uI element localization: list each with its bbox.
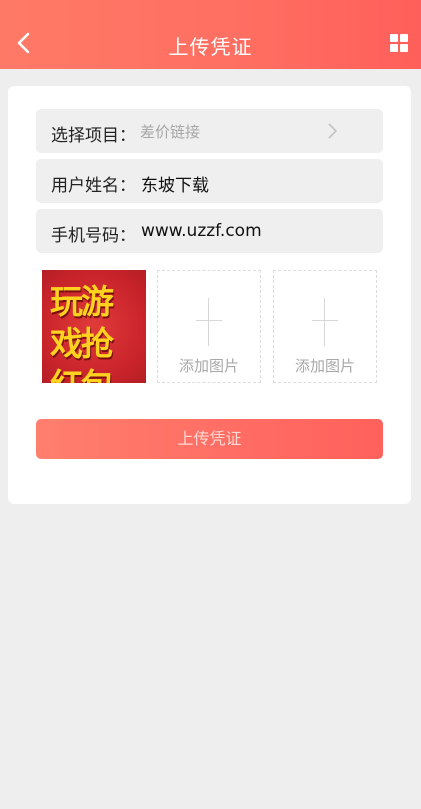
menu-button[interactable] — [390, 34, 410, 54]
username-value[interactable]: 东坡下载 — [141, 171, 209, 196]
uploaded-image[interactable]: 玩游戏抢红包 — [42, 270, 146, 383]
project-placeholder: 差价链接 — [140, 123, 201, 141]
phone-value[interactable]: www.uzzf.com — [141, 221, 262, 241]
phone-label: 手机号码： — [51, 226, 136, 246]
username-label: 用户姓名： — [51, 176, 136, 196]
plus-icon — [312, 298, 338, 346]
phone-field[interactable]: 手机号码： www.uzzf.com — [36, 209, 383, 253]
add-image-label: 添加图片 — [178, 357, 239, 375]
project-select[interactable]: 选择项目： 差价链接 — [36, 109, 383, 153]
chevron-right-icon — [328, 123, 338, 139]
project-label: 选择项目： — [51, 126, 136, 146]
page-title: 上传凭证 — [168, 35, 253, 59]
uploaded-image-text: 玩游戏抢红包 — [50, 282, 114, 383]
username-field[interactable]: 用户姓名： 东坡下载 — [36, 159, 383, 203]
upload-form-card: 选择项目： 差价链接 用户姓名： 东坡下载 手机号码： www.uzzf.com… — [8, 86, 411, 504]
add-image-label: 添加图片 — [294, 357, 355, 375]
add-image-button[interactable]: 添加图片 — [273, 270, 377, 383]
app-header: 上传凭证 — [0, 0, 421, 69]
add-image-button[interactable]: 添加图片 — [157, 270, 261, 383]
plus-icon — [196, 298, 222, 346]
submit-button[interactable]: 上传凭证 — [36, 419, 383, 459]
